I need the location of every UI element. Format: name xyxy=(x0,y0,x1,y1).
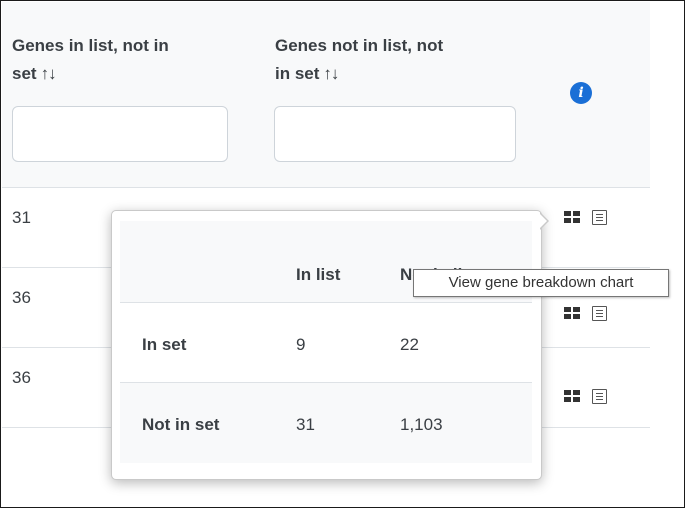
genes-in-list-not-in-set-value: 31 xyxy=(12,208,31,227)
column-header-genes-not-in-list-not-in-set[interactable]: Genes not in list, not in set ↑↓ xyxy=(275,32,525,88)
header-in-list: In list xyxy=(296,265,341,284)
column-header-label: Genes not in list, not xyxy=(275,36,444,55)
row-label-in-set: In set xyxy=(142,335,187,354)
column-header-label: Genes in list, not in xyxy=(12,36,169,55)
contingency-row-in-set: In set 9 22 xyxy=(120,303,532,383)
genes-in-list-not-in-set-value: 36 xyxy=(12,288,31,307)
row-actions xyxy=(564,305,607,321)
info-circle-icon[interactable]: i xyxy=(570,82,592,104)
contingency-row-not-in-set: Not in set 31 1,103 xyxy=(120,383,532,463)
genes-in-list-not-in-set-value: 36 xyxy=(12,368,31,387)
breakdown-chart-icon[interactable] xyxy=(564,388,580,404)
cell-not-in-set-not-in-list: 1,103 xyxy=(400,415,443,434)
row-actions xyxy=(564,388,607,404)
list-icon[interactable] xyxy=(592,305,607,321)
cell-not-in-set-in-list: 31 xyxy=(296,415,315,434)
column-header-genes-in-list-not-in-set[interactable]: Genes in list, not in set ↑↓ xyxy=(12,32,252,88)
filter-input-genes-not-in-list-not-in-set[interactable] xyxy=(274,106,516,162)
contingency-table: In list Not in list In set 9 22 Not in s… xyxy=(120,221,532,471)
cell-in-set-in-list: 9 xyxy=(296,335,306,354)
row-label-not-in-set: Not in set xyxy=(142,415,220,434)
breakdown-chart-icon[interactable] xyxy=(564,209,580,225)
sort-icon[interactable]: ↑↓ xyxy=(41,64,57,83)
gene-breakdown-popover: In list Not in list In set 9 22 Not in s… xyxy=(111,210,542,480)
row-actions xyxy=(564,209,607,225)
cell-in-set-not-in-list: 22 xyxy=(400,335,419,354)
filter-input-genes-in-list-not-in-set[interactable] xyxy=(12,106,228,162)
tooltip: View gene breakdown chart xyxy=(413,269,669,297)
column-header-label-cont: set xyxy=(12,64,37,83)
results-panel: Genes in list, not in set ↑↓ Genes not in… xyxy=(0,0,685,508)
popover-arrow-fill xyxy=(539,213,547,229)
list-icon[interactable] xyxy=(592,388,607,404)
table-header: Genes in list, not in set ↑↓ Genes not in… xyxy=(2,2,650,188)
sort-icon[interactable]: ↑↓ xyxy=(323,64,339,83)
breakdown-chart-icon[interactable] xyxy=(564,305,580,321)
list-icon[interactable] xyxy=(592,209,607,225)
column-header-label-cont: in set xyxy=(275,64,320,83)
